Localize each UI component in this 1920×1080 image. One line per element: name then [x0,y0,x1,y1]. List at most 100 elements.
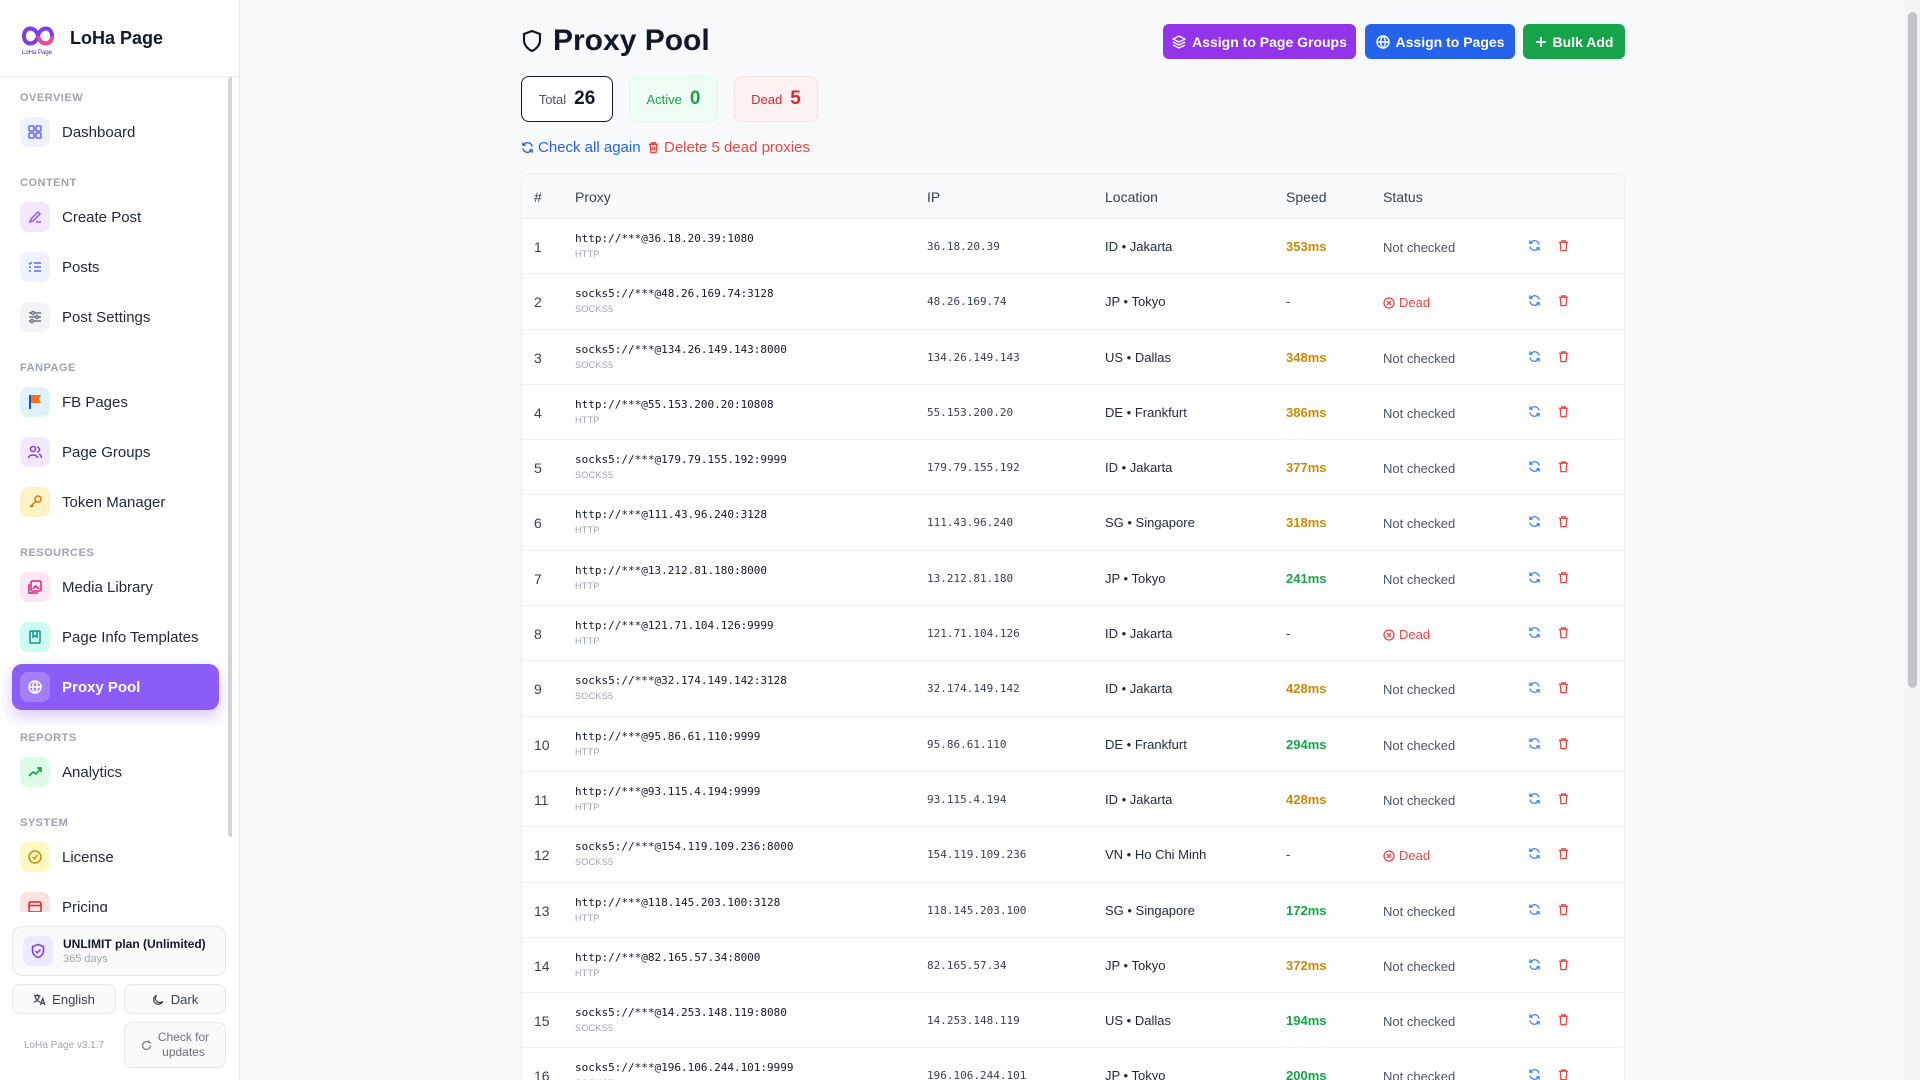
sidebar-item-page-groups[interactable]: Page Groups [12,429,219,475]
proxy-status: Not checked [1383,904,1455,919]
language-button[interactable]: English [12,984,116,1014]
delete-proxy-button[interactable] [1557,460,1570,478]
refresh-icon [1528,958,1541,975]
table-row: 6 http://***@111.43.96.240:3128 HTTP 111.43… [522,495,1624,551]
stat-active[interactable]: Active 0 [629,76,718,122]
proxy-status-label: Not checked [1383,350,1456,366]
delete-proxy-button[interactable] [1557,626,1570,644]
delete-proxy-button[interactable] [1557,792,1570,810]
delete-proxy-button[interactable] [1557,571,1570,589]
proxy-ip: 55.153.200.20 [927,405,1014,419]
refresh-icon [1528,681,1541,698]
check-updates-button[interactable]: Check for updates [124,1022,226,1068]
app-version: LoHa Page v3.1.7 [24,1040,105,1051]
sidebar-item-fb-pages[interactable]: FB Pages [12,379,219,425]
page-scrollbar[interactable] [1905,0,1920,1080]
delete-proxy-button[interactable] [1557,903,1570,921]
proxy-url: http://***@82.165.57.34:8000 [575,950,761,964]
recheck-proxy-button[interactable] [1528,515,1541,533]
recheck-proxy-button[interactable] [1528,405,1541,423]
bulk-add-button[interactable]: Bulk Add [1523,24,1625,59]
proxy-speed: 428ms [1286,791,1327,807]
delete-proxy-button[interactable] [1557,515,1570,533]
stat-total[interactable]: Total 26 [521,76,613,122]
assign-pages-button[interactable]: Assign to Pages [1365,24,1515,59]
delete-proxy-button[interactable] [1557,294,1570,312]
sidebar-item-posts[interactable]: Posts [12,244,219,290]
sidebar-item-analytics[interactable]: Analytics [12,749,219,795]
delete-dead-link[interactable]: Delete 5 dead proxies [647,139,810,156]
sidebar-item-token-manager[interactable]: Token Manager [12,479,219,525]
trash-icon [1557,294,1570,311]
sidebar-item-create-post[interactable]: Create Post [12,194,219,240]
sidebar-item-media-library[interactable]: Media Library [12,564,219,610]
delete-proxy-button[interactable] [1557,1068,1570,1080]
recheck-proxy-button[interactable] [1528,958,1541,976]
sidebar-item-dashboard[interactable]: Dashboard [12,109,219,155]
proxy-location: JP • Tokyo [1105,294,1166,310]
theme-toggle-button[interactable]: Dark [124,984,226,1014]
delete-proxy-button[interactable] [1557,847,1570,865]
delete-proxy-button[interactable] [1557,405,1570,423]
recheck-proxy-button[interactable] [1528,1013,1541,1031]
proxy-type: HTTP [575,636,600,647]
proxy-type: HTTP [575,746,600,757]
recheck-proxy-button[interactable] [1528,903,1541,921]
delete-proxy-button[interactable] [1557,1013,1570,1031]
proxy-ip: 48.26.169.74 [927,295,1007,309]
recheck-proxy-button[interactable] [1528,626,1541,644]
stat-dead[interactable]: Dead 5 [734,76,818,122]
page-header: Proxy Pool [521,24,710,58]
users-icon [20,437,50,467]
sidebar-item-proxy-pool[interactable]: Proxy Pool [12,664,219,710]
logo-text: LoHa Page [22,50,53,56]
row-number: 12 [534,847,550,864]
recheck-proxy-button[interactable] [1528,350,1541,368]
assign-page-groups-button[interactable]: Assign to Page Groups [1163,24,1356,59]
proxy-speed: 348ms [1286,349,1327,365]
sidebar-item-post-settings[interactable]: Post Settings [12,294,219,340]
brand[interactable]: LoHa Page LoHa Page [0,0,239,77]
shield-icon [23,936,53,966]
section-fanpage: FANPAGE [20,362,76,374]
sidebar-item-page-info-templates[interactable]: Page Info Templates [12,614,219,660]
recheck-proxy-button[interactable] [1528,239,1541,257]
column-header-status: Status [1383,189,1423,205]
recheck-proxy-button[interactable] [1528,737,1541,755]
proxy-status: Not checked [1383,406,1455,421]
page-title: Proxy Pool [553,24,710,57]
proxy-ip: 95.86.61.110 [927,737,1007,751]
delete-proxy-button[interactable] [1557,239,1570,257]
refresh-icon [1528,903,1541,920]
delete-proxy-button[interactable] [1557,737,1570,755]
table-row: 3 socks5://***@134.26.149.143:8000 SOCKS5 1… [522,330,1624,385]
recheck-proxy-button[interactable] [1528,294,1541,312]
plan-card[interactable]: UNLIMIT plan (Unlimited) 365 days [12,926,226,976]
stat-total-value: 26 [574,88,596,109]
page-scrollbar-thumb[interactable] [1908,12,1917,688]
sidebar-item-license[interactable]: License [12,834,219,880]
app-name: LoHa Page [70,27,164,48]
delete-proxy-button[interactable] [1557,350,1570,368]
recheck-proxy-button[interactable] [1528,460,1541,478]
proxy-speed: 172ms [1286,902,1327,918]
recheck-proxy-button[interactable] [1528,792,1541,810]
proxy-status: Dead [1383,627,1430,642]
sidebar-scrollbar[interactable] [228,77,232,837]
recheck-proxy-button[interactable] [1528,571,1541,589]
check-all-link[interactable]: Check all again [521,139,641,156]
delete-proxy-button[interactable] [1557,681,1570,699]
sidebar-item-label: Token Manager [62,493,166,511]
trash-icon [1557,405,1570,422]
sidebar-item-pricing[interactable]: Pricing [12,884,219,912]
refresh-icon [1528,1068,1541,1080]
delete-proxy-button[interactable] [1557,958,1570,976]
recheck-proxy-button[interactable] [1528,847,1541,865]
recheck-proxy-button[interactable] [1528,681,1541,699]
recheck-proxy-button[interactable] [1528,1068,1541,1080]
sidebar-item-label: License [62,848,114,866]
proxy-location: SG • Singapore [1105,902,1195,918]
proxy-status: Not checked [1383,959,1455,974]
column-header-location: Location [1105,189,1158,205]
sidebar-item-label: Page Groups [62,443,151,461]
